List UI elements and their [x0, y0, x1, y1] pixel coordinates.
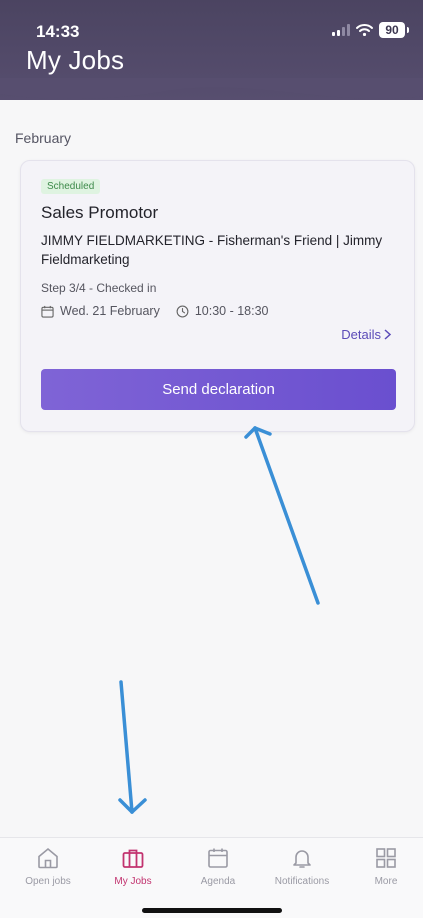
tab-open-jobs[interactable]: Open jobs [8, 846, 88, 887]
header-wave-decoration [0, 78, 423, 99]
status-icons: 90 [332, 22, 409, 38]
home-indicator [142, 908, 282, 913]
annotation-arrow-up [244, 426, 320, 605]
tab-agenda[interactable]: Agenda [178, 846, 258, 887]
calendar-icon [208, 848, 228, 868]
tab-label: Notifications [274, 876, 330, 887]
bell-icon [293, 850, 311, 868]
tab-label: My Jobs [114, 876, 152, 887]
status-badge: Scheduled [41, 179, 101, 194]
status-time: 14:33 [36, 22, 80, 41]
tab-label: Agenda [200, 876, 236, 887]
grid-icon [376, 848, 396, 868]
briefcase-icon [122, 849, 144, 868]
tab-notifications[interactable]: Notifications [262, 846, 342, 887]
details-label: Details [341, 327, 381, 342]
job-title: Sales Promotor [41, 203, 159, 222]
send-declaration-button[interactable]: Send declaration [41, 369, 396, 410]
page-title: My Jobs [26, 45, 125, 75]
tab-label: Open jobs [25, 876, 71, 887]
job-date: Wed. 21 February [60, 304, 160, 318]
battery-indicator: 90 [379, 22, 409, 38]
wifi-icon [356, 24, 373, 36]
bottom-tab-bar: Open jobs My Jobs Agenda Notifications M… [0, 837, 423, 918]
month-heading: February [15, 130, 72, 146]
chevron-right-icon [384, 329, 392, 340]
status-bar: 14:33 90 [0, 0, 423, 44]
annotation-arrow-down [118, 680, 147, 814]
job-card[interactable]: Scheduled Sales Promotor JIMMY FIELDMARK… [20, 160, 415, 432]
cellular-signal-icon [332, 24, 350, 36]
job-schedule: Wed. 21 February 10:30 - 18:30 [41, 304, 269, 318]
calendar-icon [41, 305, 54, 318]
job-company: JIMMY FIELDMARKETING - Fisherman's Frien… [41, 233, 383, 267]
job-time: 10:30 - 18:30 [194, 304, 269, 318]
home-icon [38, 847, 58, 869]
details-link[interactable]: Details [341, 327, 392, 342]
tab-label: More [374, 876, 398, 887]
tab-my-jobs[interactable]: My Jobs [93, 846, 173, 887]
tab-more[interactable]: More [346, 846, 423, 887]
job-step: Step 3/4 - Checked in [41, 281, 157, 295]
clock-icon [176, 305, 189, 317]
